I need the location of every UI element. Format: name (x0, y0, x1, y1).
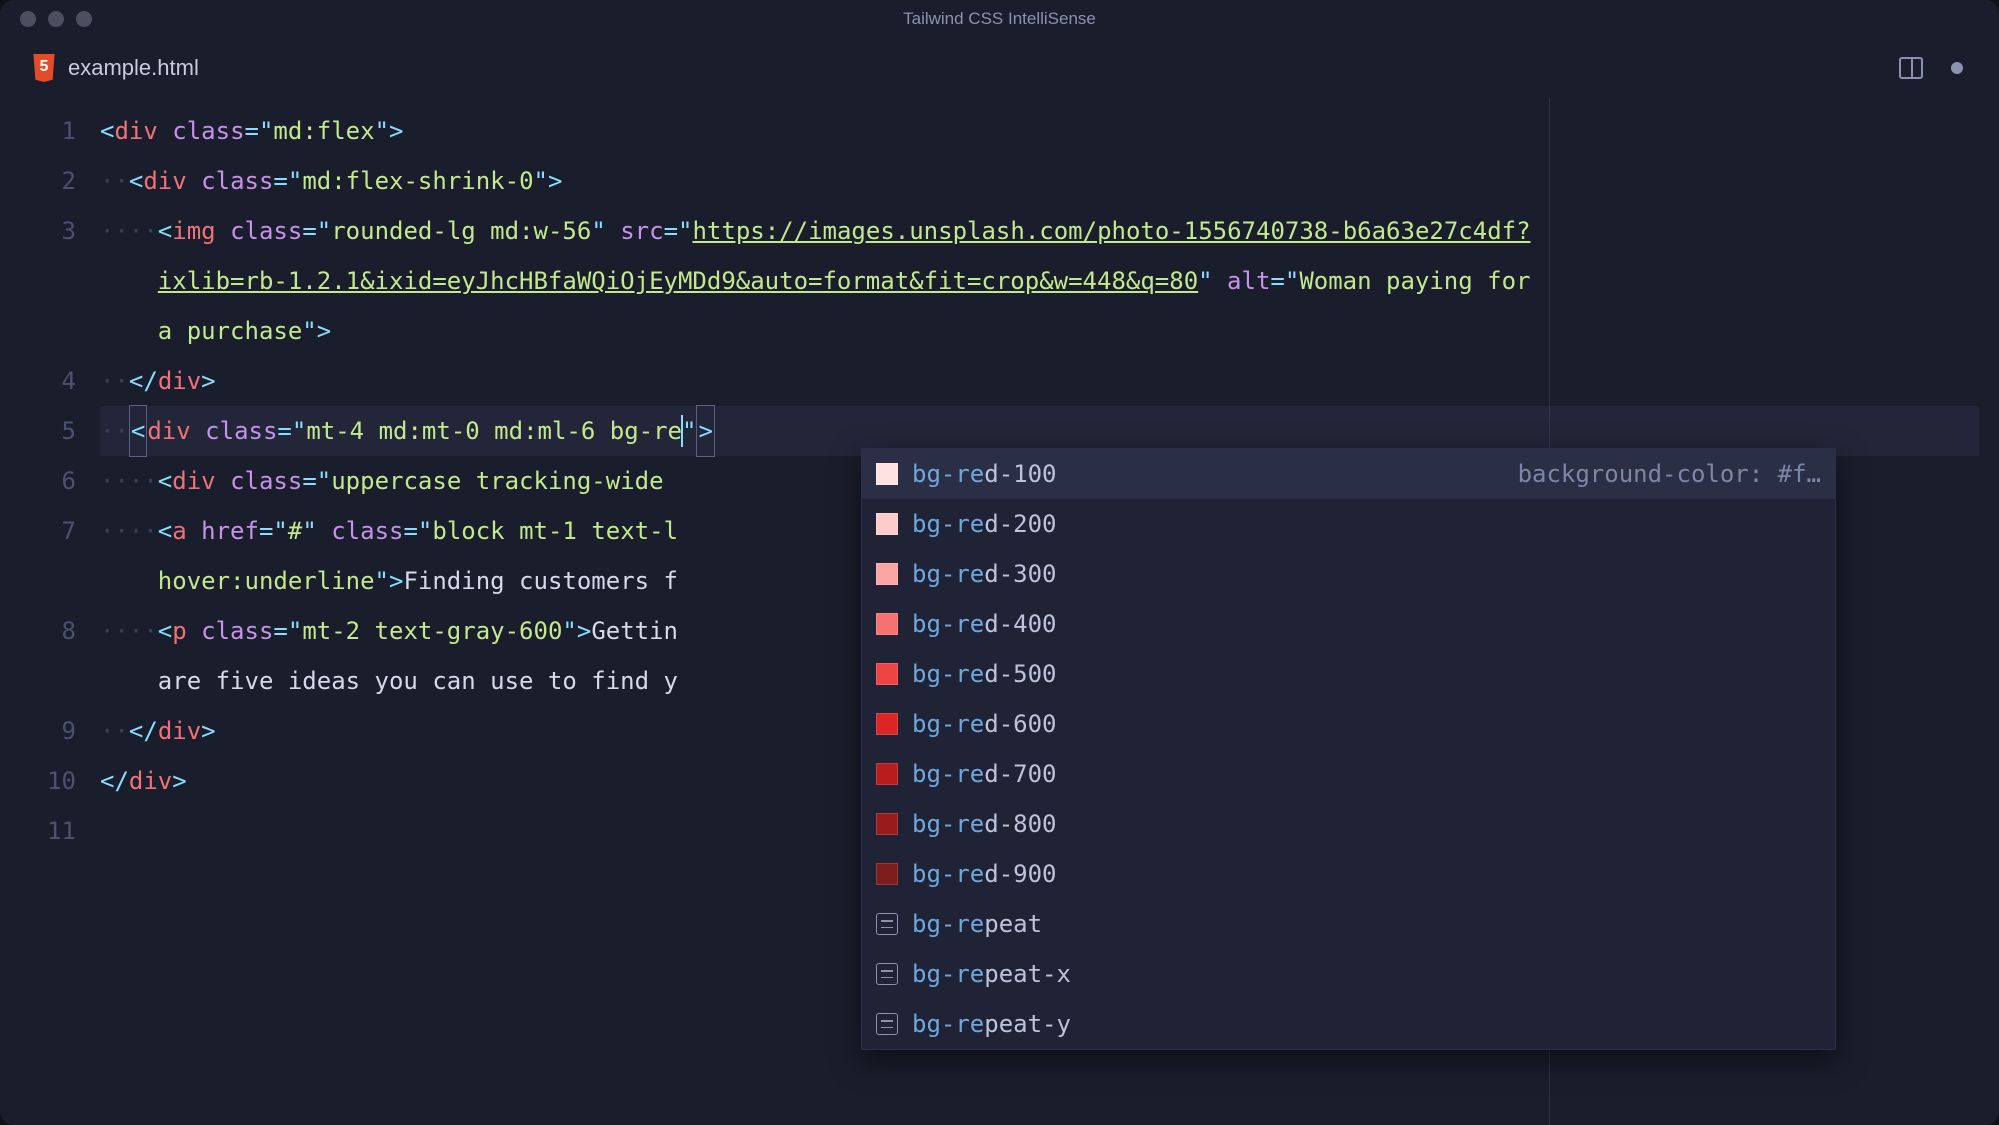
autocomplete-item[interactable]: bg-red-200 (862, 499, 1835, 549)
code-line[interactable]: ixlib=rb-1.2.1&ixid=eyJhcHBfaWQiOjEyMDd9… (100, 256, 1979, 306)
keyword-icon (876, 963, 898, 985)
titlebar: Tailwind CSS IntelliSense (0, 0, 1999, 38)
autocomplete-label: bg-red-200 (912, 510, 1057, 538)
color-swatch-icon (876, 863, 898, 885)
line-number: 1 (0, 106, 76, 156)
html-file-icon (32, 54, 56, 82)
autocomplete-item[interactable]: bg-red-400 (862, 599, 1835, 649)
line-number (0, 306, 76, 356)
editor-area[interactable]: 1 2 3 4 5 6 7 8 9 10 11 <div class="md:f… (0, 98, 1999, 1125)
autocomplete-label: bg-red-500 (912, 660, 1057, 688)
color-swatch-icon (876, 463, 898, 485)
autocomplete-label: bg-repeat-y (912, 1010, 1071, 1038)
color-swatch-icon (876, 513, 898, 535)
keyword-icon (876, 1013, 898, 1035)
line-number (0, 556, 76, 606)
color-swatch-icon (876, 713, 898, 735)
color-swatch-icon (876, 563, 898, 585)
autocomplete-label: bg-red-800 (912, 810, 1057, 838)
line-number: 5 (0, 406, 76, 456)
code-line[interactable]: ····<img class="rounded-lg md:w-56" src=… (100, 206, 1979, 256)
tabbar: example.html (0, 38, 1999, 98)
line-number (0, 656, 76, 706)
code-line[interactable]: <div class="md:flex"> (100, 106, 1979, 156)
more-actions-icon[interactable] (1951, 62, 1963, 74)
color-swatch-icon (876, 763, 898, 785)
code-line[interactable]: a purchase"> (100, 306, 1979, 356)
line-number: 11 (0, 806, 76, 856)
autocomplete-item[interactable]: bg-red-500 (862, 649, 1835, 699)
file-tab-label: example.html (68, 55, 199, 81)
window-controls (20, 11, 92, 27)
autocomplete-popup[interactable]: bg-red-100 background-color: #f… bg-red-20… (861, 448, 1836, 1050)
window-title: Tailwind CSS IntelliSense (903, 9, 1096, 29)
code-line[interactable]: ··<div class="md:flex-shrink-0"> (100, 156, 1979, 206)
line-number: 4 (0, 356, 76, 406)
autocomplete-item[interactable]: bg-red-700 (862, 749, 1835, 799)
autocomplete-label: bg-repeat-x (912, 960, 1071, 988)
autocomplete-detail: background-color: #f… (1518, 460, 1821, 488)
autocomplete-item[interactable]: bg-red-100 background-color: #f… (862, 449, 1835, 499)
maximize-window-button[interactable] (76, 11, 92, 27)
autocomplete-item[interactable]: bg-red-600 (862, 699, 1835, 749)
line-number: 2 (0, 156, 76, 206)
code-line[interactable]: ··</div> (100, 356, 1979, 406)
color-swatch-icon (876, 613, 898, 635)
line-number: 7 (0, 506, 76, 556)
file-tab[interactable]: example.html (16, 46, 215, 90)
line-number: 8 (0, 606, 76, 656)
autocomplete-label: bg-red-900 (912, 860, 1057, 888)
autocomplete-label: bg-repeat (912, 910, 1042, 938)
line-number: 6 (0, 456, 76, 506)
autocomplete-item[interactable]: bg-repeat-x (862, 949, 1835, 999)
autocomplete-label: bg-red-300 (912, 560, 1057, 588)
line-number: 10 (0, 756, 76, 806)
autocomplete-item[interactable]: bg-repeat-y (862, 999, 1835, 1049)
autocomplete-item[interactable]: bg-red-900 (862, 849, 1835, 899)
color-swatch-icon (876, 663, 898, 685)
autocomplete-item[interactable]: bg-repeat (862, 899, 1835, 949)
line-number-gutter: 1 2 3 4 5 6 7 8 9 10 11 (0, 106, 100, 1125)
line-number (0, 256, 76, 306)
close-window-button[interactable] (20, 11, 36, 27)
autocomplete-label: bg-red-600 (912, 710, 1057, 738)
autocomplete-label: bg-red-700 (912, 760, 1057, 788)
keyword-icon (876, 913, 898, 935)
minimize-window-button[interactable] (48, 11, 64, 27)
split-editor-icon[interactable] (1899, 57, 1923, 79)
autocomplete-item[interactable]: bg-red-300 (862, 549, 1835, 599)
line-number: 9 (0, 706, 76, 756)
editor-window: Tailwind CSS IntelliSense example.html 1… (0, 0, 1999, 1125)
autocomplete-label: bg-red-100 (912, 460, 1057, 488)
line-number: 3 (0, 206, 76, 256)
color-swatch-icon (876, 813, 898, 835)
autocomplete-label: bg-red-400 (912, 610, 1057, 638)
tab-actions (1899, 57, 1983, 79)
autocomplete-item[interactable]: bg-red-800 (862, 799, 1835, 849)
